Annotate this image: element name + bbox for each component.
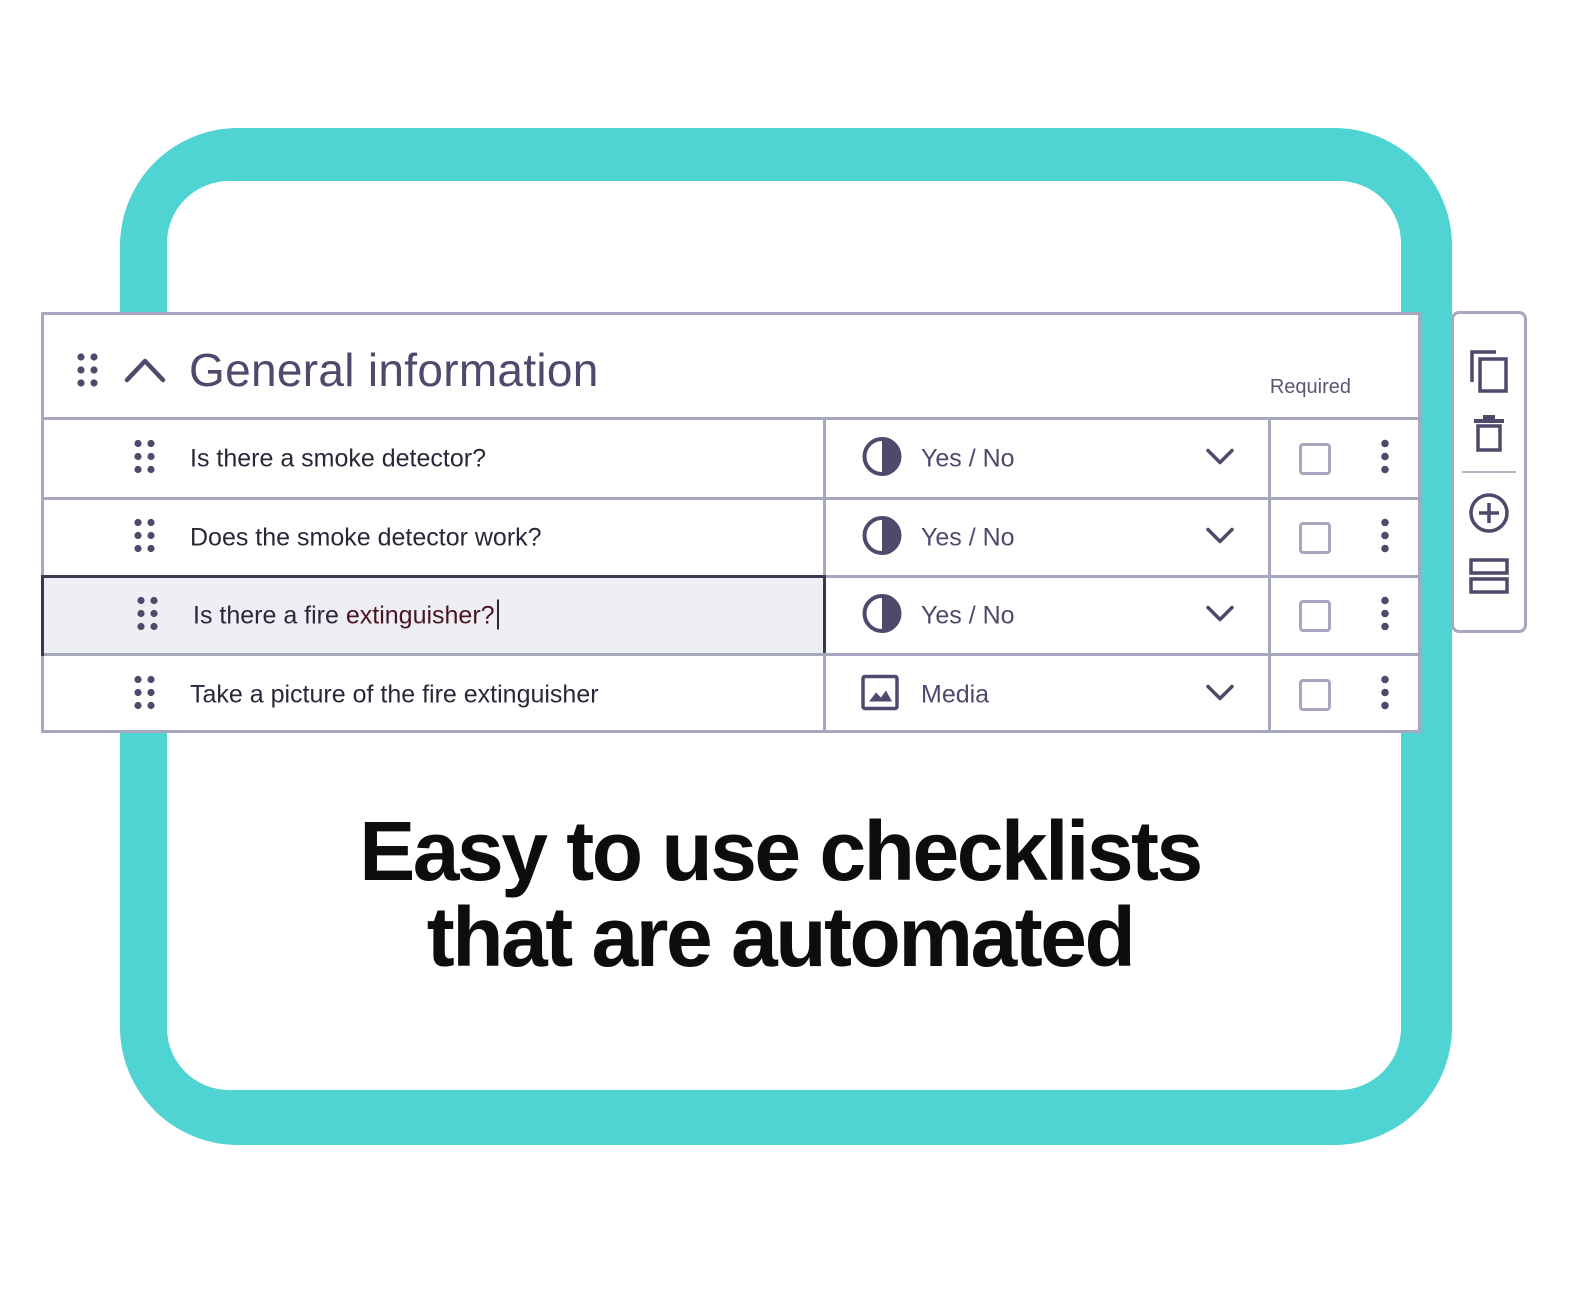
required-cell	[1271, 578, 1421, 653]
question-cell[interactable]: Does the smoke detector work?	[44, 500, 826, 575]
toolbar-divider	[1462, 471, 1516, 473]
question-input-active[interactable]: Is there a fire extinguisher?	[41, 575, 826, 656]
required-column-label: Required	[1269, 376, 1351, 398]
response-type-dropdown[interactable]: Yes / No	[826, 420, 1271, 497]
drag-handle-icon[interactable]	[137, 596, 159, 635]
response-type-label: Yes / No	[921, 444, 1015, 472]
table-row: Is there a smoke detector? Yes / No	[44, 420, 1418, 497]
chevron-down-icon[interactable]	[1205, 683, 1235, 706]
table-row: Take a picture of the fire extinguisher …	[44, 656, 1418, 733]
question-text: Does the smoke detector work?	[190, 523, 542, 551]
headline-highlight: automated	[729, 890, 1137, 984]
more-vertical-icon[interactable]	[1380, 596, 1390, 635]
contrast-icon	[861, 514, 903, 561]
add-section-icon[interactable]	[1469, 558, 1509, 599]
question-cell[interactable]: Is there a smoke detector?	[44, 420, 826, 497]
question-cell[interactable]: Take a picture of the fire extinguisher	[44, 656, 826, 733]
table-row: Does the smoke detector work? Yes / No	[44, 500, 1418, 575]
drag-handle-icon[interactable]	[134, 439, 156, 478]
required-cell	[1271, 420, 1421, 497]
drag-handle-icon[interactable]	[77, 353, 99, 392]
headline-line-2-prefix: that are	[426, 890, 732, 984]
question-text[interactable]: Is there a fire extinguisher?	[193, 599, 499, 630]
more-vertical-icon[interactable]	[1380, 439, 1390, 478]
more-vertical-icon[interactable]	[1380, 675, 1390, 714]
chevron-down-icon[interactable]	[1205, 604, 1235, 627]
section-header: General information Required	[44, 315, 1418, 420]
chevron-up-icon[interactable]	[124, 355, 166, 388]
text-cursor	[496, 599, 499, 630]
headline-line-1: Easy to use checklists	[359, 804, 1203, 898]
contrast-icon	[861, 592, 903, 639]
copy-icon[interactable]	[1468, 348, 1510, 399]
response-type-label: Yes / No	[921, 523, 1015, 551]
required-checkbox[interactable]	[1299, 442, 1331, 475]
question-text: Take a picture of the fire extinguisher	[190, 680, 599, 708]
required-cell	[1271, 656, 1421, 733]
chevron-down-icon[interactable]	[1205, 526, 1235, 549]
question-text: Is there a smoke detector?	[190, 444, 486, 472]
table-row: Yes / No Is there a fire extinguisher?	[41, 575, 1421, 656]
required-cell	[1271, 500, 1421, 575]
more-vertical-icon[interactable]	[1380, 518, 1390, 557]
question-text-prefix: Is there a fire	[193, 601, 346, 629]
headline: Easy to use checklists that are automate…	[0, 804, 1560, 984]
response-type-label: Media	[921, 680, 990, 708]
add-circle-icon[interactable]	[1468, 492, 1510, 539]
contrast-icon	[861, 435, 903, 482]
response-type-dropdown[interactable]: Yes / No	[826, 578, 1271, 653]
headline-line-2: that are automated	[0, 890, 1560, 984]
drag-handle-icon[interactable]	[134, 675, 156, 714]
checklist-card: General information Required Is there a …	[41, 312, 1421, 733]
section-title[interactable]: General information	[189, 343, 599, 397]
required-checkbox[interactable]	[1299, 521, 1331, 554]
trash-icon[interactable]	[1473, 414, 1505, 457]
response-type-dropdown[interactable]: Media	[826, 656, 1271, 733]
drag-handle-icon[interactable]	[134, 518, 156, 557]
required-checkbox[interactable]	[1299, 599, 1331, 632]
response-type-dropdown[interactable]: Yes / No	[826, 500, 1271, 575]
response-type-label: Yes / No	[921, 601, 1015, 629]
question-text-highlight: extinguisher?	[345, 601, 495, 629]
image-icon	[861, 674, 899, 715]
side-toolbar	[1451, 311, 1527, 633]
chevron-down-icon[interactable]	[1205, 447, 1235, 470]
required-checkbox[interactable]	[1299, 678, 1331, 711]
